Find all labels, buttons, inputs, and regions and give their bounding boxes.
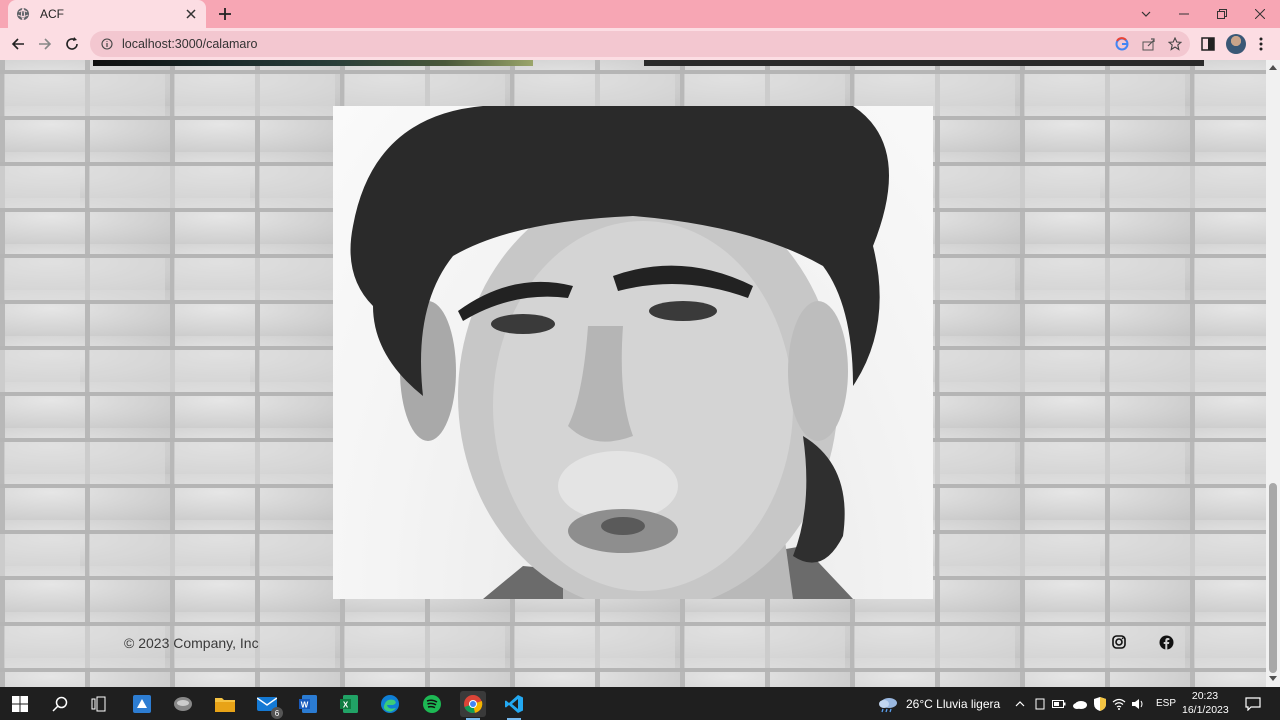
notification-icon[interactable] xyxy=(1241,691,1265,717)
windows-start-icon[interactable] xyxy=(7,691,33,717)
portrait-illustration xyxy=(350,106,889,599)
share-icon[interactable] xyxy=(1140,35,1158,53)
weather-text[interactable]: 26°C Lluvia ligera xyxy=(906,697,1000,711)
menu-kebab-icon[interactable] xyxy=(1250,33,1272,55)
site-info-icon[interactable] xyxy=(100,37,114,51)
language-indicator[interactable]: ESP xyxy=(1156,698,1176,709)
svg-text:W: W xyxy=(301,701,309,710)
page-scrollbar[interactable] xyxy=(1266,60,1280,687)
page-viewport: © 2023 Company, Inc xyxy=(0,60,1266,687)
wifi-icon[interactable] xyxy=(1111,691,1127,717)
mail-icon[interactable]: 6 xyxy=(254,691,283,719)
scroll-up-arrow-icon[interactable] xyxy=(1269,63,1277,71)
back-button[interactable] xyxy=(6,32,30,56)
scroll-down-arrow-icon[interactable] xyxy=(1269,675,1277,683)
edge-icon[interactable] xyxy=(377,691,403,717)
chevron-up-icon[interactable] xyxy=(1012,691,1028,717)
windows-taskbar: 6 W X 26°C Lluvia ligera ESP 20:23 16/1/… xyxy=(0,687,1280,720)
profile-avatar[interactable] xyxy=(1226,34,1246,54)
svg-text:X: X xyxy=(343,701,349,710)
previous-image-edge xyxy=(93,60,533,66)
tab-title: ACF xyxy=(40,7,64,21)
browser-tab[interactable]: ACF xyxy=(8,0,206,28)
minimize-button[interactable] xyxy=(1165,0,1203,28)
side-panel-icon[interactable] xyxy=(1197,33,1219,55)
tab-strip: ACF xyxy=(0,0,1280,28)
file-explorer-icon[interactable] xyxy=(212,691,238,717)
restore-button[interactable] xyxy=(1203,0,1241,28)
vscode-icon[interactable] xyxy=(501,691,527,720)
clock[interactable]: 20:23 16/1/2023 xyxy=(1182,689,1229,717)
onedrive-cloud-icon[interactable] xyxy=(1071,691,1089,717)
facebook-icon[interactable] xyxy=(1158,634,1174,650)
reload-button[interactable] xyxy=(60,32,84,56)
security-shield-icon[interactable] xyxy=(1092,691,1108,717)
address-bar[interactable]: localhost:3000/calamaro xyxy=(90,31,1190,57)
google-icon[interactable] xyxy=(1113,35,1131,53)
tab-search-icon[interactable] xyxy=(1127,0,1165,28)
excel-icon[interactable]: X xyxy=(336,691,362,717)
forward-button[interactable] xyxy=(33,32,57,56)
search-icon[interactable] xyxy=(47,691,73,717)
url-text: localhost:3000/calamaro xyxy=(122,37,258,51)
instagram-icon[interactable] xyxy=(1111,634,1127,650)
chrome-icon[interactable] xyxy=(460,691,486,720)
clock-date: 16/1/2023 xyxy=(1182,704,1229,716)
close-window-button[interactable] xyxy=(1241,0,1279,28)
portrait-photo xyxy=(333,106,933,599)
new-tab-button[interactable] xyxy=(214,4,236,24)
globe-icon xyxy=(16,7,30,21)
spotify-icon[interactable] xyxy=(419,691,445,717)
volume-icon[interactable] xyxy=(1130,691,1146,717)
app-installer-icon[interactable] xyxy=(129,691,155,717)
previous-image-edge xyxy=(644,60,1204,66)
scrollbar-thumb[interactable] xyxy=(1269,483,1277,673)
word-icon[interactable]: W xyxy=(295,691,321,717)
task-view-icon[interactable] xyxy=(86,691,112,717)
device-icon[interactable] xyxy=(1032,691,1048,717)
mail-badge: 6 xyxy=(271,707,283,719)
footer-copyright: © 2023 Company, Inc xyxy=(124,635,259,651)
weather-cloud-rain-icon[interactable] xyxy=(876,691,900,717)
browser-toolbar: localhost:3000/calamaro xyxy=(0,28,1280,60)
clock-time: 20:23 xyxy=(1191,690,1219,702)
close-tab-icon[interactable] xyxy=(184,7,198,21)
battery-icon[interactable] xyxy=(1051,691,1067,717)
network-drive-icon[interactable] xyxy=(170,691,196,717)
bookmark-star-icon[interactable] xyxy=(1166,35,1184,53)
